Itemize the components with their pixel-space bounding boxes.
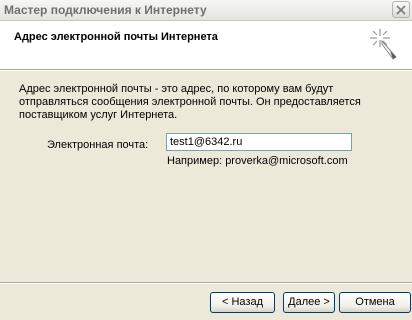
next-button[interactable]: Далее > — [283, 292, 335, 313]
wizard-window: Мастер подключения к Интернету Адрес эле… — [0, 0, 412, 320]
email-example: Например: proverka@microsoft.com — [167, 155, 348, 167]
email-input[interactable] — [166, 133, 352, 151]
email-label: Электронная почта: — [47, 139, 149, 151]
header-divider — [0, 69, 412, 71]
close-icon — [396, 5, 406, 15]
wizard-sparkle-icon — [370, 29, 397, 60]
wizard-header: Адрес электронной почты Интернета — [0, 21, 412, 69]
footer-divider — [0, 282, 412, 284]
back-button[interactable]: < Назад — [210, 292, 275, 313]
cancel-button[interactable]: Отмена — [339, 292, 411, 313]
description-text: Адрес электронной почты - это адрес, по … — [19, 83, 361, 121]
window-title: Мастер подключения к Интернету — [4, 3, 207, 17]
title-bar[interactable]: Мастер подключения к Интернету — [0, 0, 412, 21]
close-button[interactable] — [392, 1, 410, 18]
page-title: Адрес электронной почты Интернета — [14, 31, 218, 43]
